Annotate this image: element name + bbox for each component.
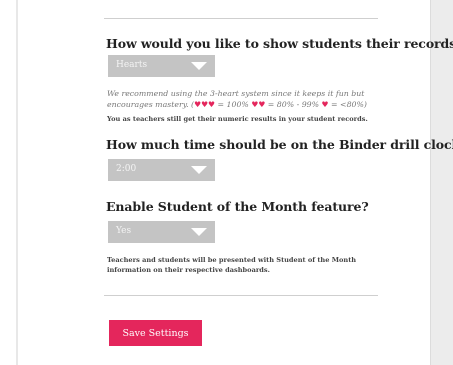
- student-of-month-question: Enable Student of the Month feature?: [106, 199, 369, 214]
- drill-clock-question: How much time should be on the Binder dr…: [106, 137, 453, 152]
- chevron-down-icon: [191, 166, 207, 174]
- chevron-down-icon: [191, 228, 207, 236]
- top-divider: [104, 18, 378, 19]
- heart-icon: ♥: [321, 100, 329, 109]
- student-of-month-note: Teachers and students will be presented …: [107, 256, 357, 274]
- chevron-down-icon: [191, 62, 207, 70]
- records-question: How would you like to show students thei…: [106, 36, 453, 51]
- bottom-divider: [104, 295, 378, 296]
- heart-icon: ♥♥: [251, 100, 266, 109]
- student-of-month-select-value: Yes: [116, 226, 132, 236]
- save-settings-button[interactable]: Save Settings: [109, 320, 202, 346]
- left-gutter: [16, 0, 18, 365]
- heart-icon: ♥♥♥: [194, 100, 216, 109]
- settings-page: How would you like to show students thei…: [0, 0, 453, 365]
- student-of-month-select[interactable]: Yes: [108, 221, 215, 243]
- records-hint-range-three: = 100%: [215, 100, 252, 109]
- drill-clock-select-value: 2:00: [116, 164, 137, 174]
- records-select-value: Hearts: [116, 60, 148, 70]
- records-hint: We recommend using the 3-heart system si…: [107, 88, 369, 110]
- records-note: You as teachers still get their numeric …: [107, 115, 368, 123]
- drill-clock-select[interactable]: 2:00: [108, 159, 215, 181]
- records-hint-range-one: = <80%): [328, 100, 367, 109]
- right-scroll-rail[interactable]: [430, 0, 453, 365]
- records-select[interactable]: Hearts: [108, 55, 215, 77]
- records-hint-range-two: = 80% - 99%: [265, 100, 322, 109]
